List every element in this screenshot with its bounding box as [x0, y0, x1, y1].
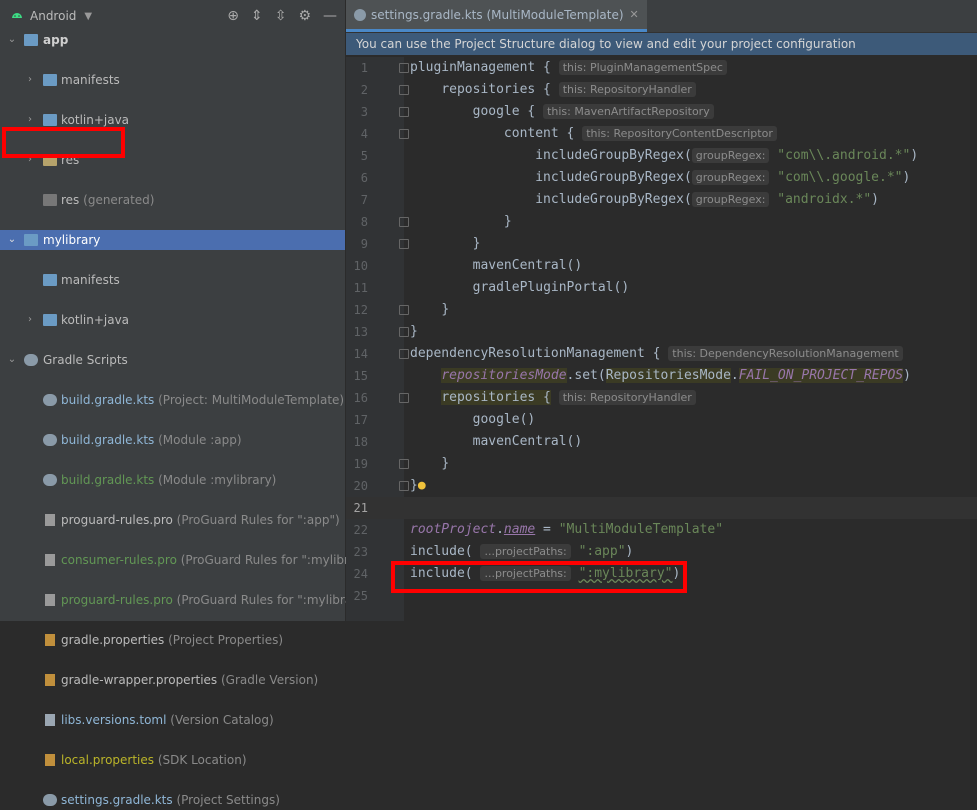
code-line: 17 google(): [353, 412, 536, 427]
code-editor[interactable]: 1 pluginManagement { this: PluginManagem…: [346, 57, 977, 621]
gradle-icon: [43, 474, 57, 486]
chevron-down-icon[interactable]: ⌄: [6, 350, 18, 370]
module-folder-icon: [24, 234, 38, 246]
chevron-right-icon[interactable]: ›: [24, 70, 36, 90]
code-line: 11 gradlePluginPortal(): [353, 280, 630, 295]
code-line: 16 repositories { this: RepositoryHandle…: [346, 387, 977, 409]
toml-file-icon: [45, 714, 55, 726]
tree-file[interactable]: gradle.properties (Project Properties): [0, 630, 345, 650]
code-line: 22 rootProject.name = "MultiModuleTempla…: [353, 522, 724, 537]
gradle-icon: [43, 394, 57, 406]
folder-icon: [43, 274, 57, 286]
locate-icon[interactable]: ⊕: [227, 8, 239, 24]
project-panel: Android ▼ ⊕ ⇕ ⇳ ⚙ — ⌄ app › manifests › …: [0, 0, 379, 807]
project-panel-header: Android ▼ ⊕ ⇕ ⇳ ⚙ —: [0, 0, 345, 32]
tree-file[interactable]: libs.versions.toml (Version Catalog): [0, 710, 345, 730]
editor-area: settings.gradle.kts (MultiModuleTemplate…: [346, 0, 977, 621]
fold-icon[interactable]: [399, 107, 409, 117]
tree-node-mylibrary[interactable]: ⌄ mylibrary: [0, 230, 345, 250]
fold-icon[interactable]: [399, 327, 409, 337]
tree-node-manifests[interactable]: manifests: [0, 270, 345, 290]
tree-file[interactable]: settings.gradle.kts (Project Settings): [0, 790, 345, 810]
minimize-icon[interactable]: —: [323, 8, 337, 24]
file-icon: [45, 594, 55, 606]
fold-icon[interactable]: [399, 217, 409, 227]
folder-icon: [43, 74, 57, 86]
tree-node-res-generated[interactable]: res (generated): [0, 190, 345, 210]
properties-file-icon: [45, 754, 55, 766]
notification-banner: You can use the Project Structure dialog…: [346, 33, 977, 55]
code-line: 23 include( ...projectPaths: ":app"): [353, 544, 634, 559]
chevron-down-icon[interactable]: ▼: [84, 11, 92, 22]
file-icon: [45, 554, 55, 566]
view-selector[interactable]: Android: [30, 9, 76, 23]
gradle-icon: [354, 8, 366, 21]
tree-node-gradle-scripts[interactable]: ⌄ Gradle Scripts: [0, 350, 345, 370]
gear-icon[interactable]: ⚙: [298, 8, 311, 24]
code-line: 10 mavenCentral(): [353, 258, 583, 273]
gradle-icon: [24, 354, 38, 366]
tab-settings-gradle[interactable]: settings.gradle.kts (MultiModuleTemplate…: [346, 0, 647, 32]
fold-icon[interactable]: [399, 239, 409, 249]
collapse-all-icon[interactable]: ⇳: [275, 8, 287, 24]
fold-icon[interactable]: [399, 305, 409, 315]
fold-icon[interactable]: [399, 129, 409, 139]
code-line: 2 repositories { this: RepositoryHandler: [346, 79, 977, 101]
android-icon: [12, 13, 22, 18]
tree-file[interactable]: proguard-rules.pro (ProGuard Rules for "…: [0, 510, 345, 530]
properties-file-icon: [45, 634, 55, 646]
folder-icon: [43, 314, 57, 326]
highlight-mylibrary: [2, 127, 125, 158]
code-line: 6 includeGroupByRegex(groupRegex: "com\\…: [360, 170, 911, 185]
code-line: 3 google { this: MavenArtifactRepository: [346, 101, 977, 123]
fold-icon[interactable]: [399, 459, 409, 469]
generated-folder-icon: [43, 194, 57, 206]
folder-icon: [43, 114, 57, 126]
tree-file[interactable]: build.gradle.kts (Project: MultiModuleTe…: [0, 390, 345, 410]
fold-icon[interactable]: [399, 349, 409, 359]
code-line: 21: [346, 497, 977, 519]
properties-file-icon: [45, 674, 55, 686]
code-line: 20 }●: [353, 478, 426, 493]
chevron-down-icon[interactable]: ⌄: [6, 230, 18, 250]
fold-icon[interactable]: [399, 63, 409, 73]
project-tree: ⌄ app › manifests › kotlin+java › res re…: [0, 30, 379, 807]
close-icon[interactable]: ✕: [630, 8, 639, 21]
editor-tabbar: settings.gradle.kts (MultiModuleTemplate…: [346, 0, 977, 33]
code-line: 8 }: [360, 214, 512, 229]
code-line: 1 pluginManagement { this: PluginManagem…: [346, 57, 977, 79]
code-line: 12 }: [353, 302, 450, 317]
code-line: 15 repositoriesMode.set(RepositoriesMode…: [353, 368, 911, 383]
code-line: 13 }: [353, 324, 418, 339]
tree-file[interactable]: gradle-wrapper.properties (Gradle Versio…: [0, 670, 345, 690]
file-icon: [45, 514, 55, 526]
tree-file[interactable]: build.gradle.kts (Module :app): [0, 430, 345, 450]
highlight-include-mylibrary: [391, 561, 687, 593]
chevron-right-icon[interactable]: ›: [24, 310, 36, 330]
expand-all-icon[interactable]: ⇕: [251, 8, 263, 24]
code-line: 4 content { this: RepositoryContentDescr…: [346, 123, 977, 145]
gradle-icon: [43, 794, 57, 806]
tree-node-kotlin-java[interactable]: › kotlin+java: [0, 310, 345, 330]
fold-icon[interactable]: [399, 481, 409, 491]
tree-file[interactable]: proguard-rules.pro (ProGuard Rules for "…: [0, 590, 374, 610]
panel-toolbar: ⊕ ⇕ ⇳ ⚙ —: [227, 8, 345, 24]
code-line: 18 mavenCentral(): [353, 434, 583, 449]
gradle-icon: [43, 434, 57, 446]
tree-file[interactable]: local.properties (SDK Location): [0, 750, 345, 770]
code-line: 7 includeGroupByRegex(groupRegex: "andro…: [360, 192, 879, 207]
code-line: 5 includeGroupByRegex(groupRegex: "com\\…: [360, 148, 919, 163]
tree-file[interactable]: consumer-rules.pro (ProGuard Rules for "…: [0, 550, 379, 570]
tree-node-manifests[interactable]: › manifests: [0, 70, 345, 90]
chevron-down-icon[interactable]: ⌄: [6, 30, 18, 50]
tree-node-app[interactable]: ⌄ app: [0, 30, 345, 50]
code-line: 19 }: [353, 456, 450, 471]
fold-icon[interactable]: [399, 85, 409, 95]
code-line: 14 dependencyResolutionManagement { this…: [346, 343, 977, 365]
module-folder-icon: [24, 34, 38, 46]
lightbulb-icon[interactable]: ●: [418, 478, 426, 493]
code-line: 9 }: [360, 236, 481, 251]
fold-icon[interactable]: [399, 393, 409, 403]
tree-file[interactable]: build.gradle.kts (Module :mylibrary): [0, 470, 345, 490]
